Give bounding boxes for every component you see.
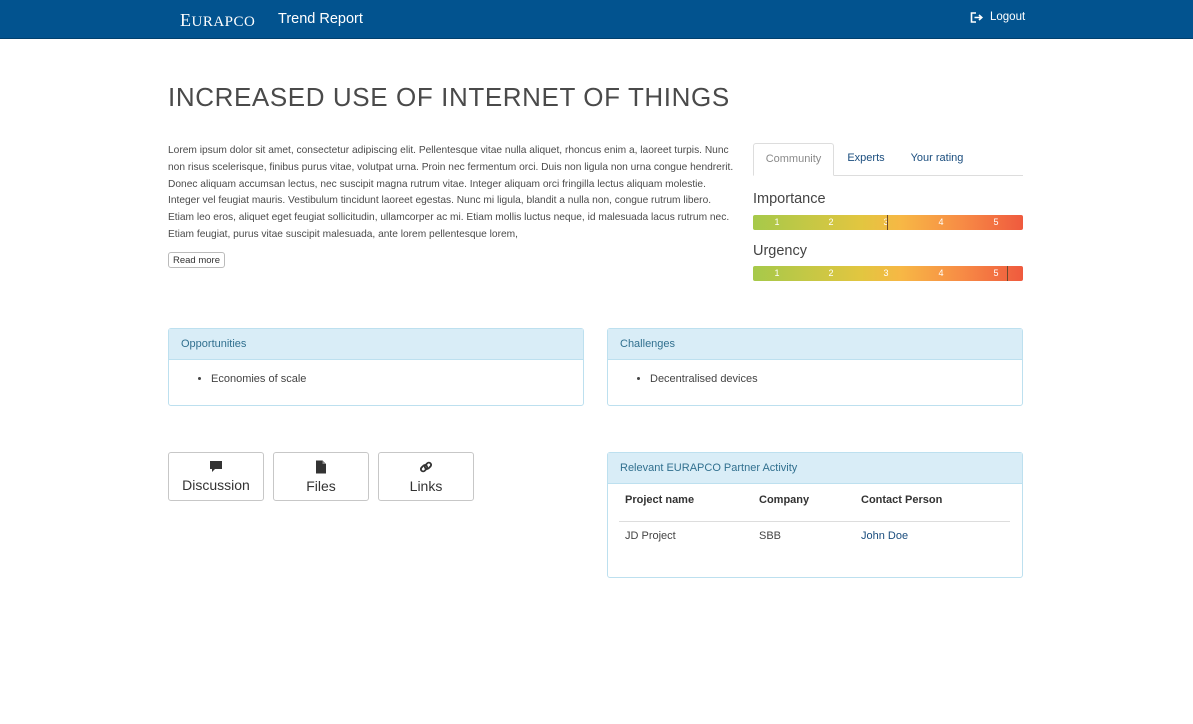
tab-community[interactable]: Community [753,143,834,176]
list-item: Economies of scale [211,372,583,386]
comment-icon [210,461,222,472]
tab-experts[interactable]: Experts [839,143,893,174]
link-icon [419,461,433,473]
discussion-button[interactable]: Discussion [168,452,264,501]
company-cell: SBB [759,529,782,542]
top-navbar: EURAPCO Trend Report Logout [0,0,1193,39]
contact-person-link[interactable]: John Doe [861,530,908,542]
opportunities-heading: Opportunities [169,329,583,360]
scale-number: 5 [993,268,999,278]
logout-label: Logout [990,11,1026,23]
tab-your-rating[interactable]: Your rating [903,143,971,174]
urgency-marker [1006,266,1008,281]
discussion-label: Discussion [182,477,250,493]
scale-number: 2 [828,268,834,278]
urgency-bar: 1 2 3 4 5 [753,266,1023,281]
read-more-button[interactable]: Read more [168,252,225,268]
scale-number: 4 [938,217,944,227]
table-row: JD Project SBB John Doe [619,522,1010,550]
page-title: INCREASED USE OF INTERNET OF THINGS [168,82,730,112]
column-header: Contact Person [855,494,1010,522]
list-item: Decentralised devices [650,372,1022,386]
scale-number: 3 [883,268,889,278]
table-header-row: Project name Company Contact Person [619,494,1010,522]
scale-number: 1 [774,217,780,227]
brand-rest: URAPCO [191,14,256,30]
brand-logo[interactable]: EURAPCO [180,10,255,31]
challenges-panel: Challenges Decentralised devices [607,328,1023,406]
trend-description: Lorem ipsum dolor sit amet, consectetur … [168,145,734,240]
scale-number: 1 [774,268,780,278]
importance-marker [886,215,888,230]
rating-tabs: Community Experts Your rating [753,143,1023,176]
column-header: Company [753,494,855,522]
files-label: Files [306,478,336,494]
urgency-label: Urgency [753,243,807,259]
partner-activity-table: Project name Company Contact Person JD P… [619,494,1010,549]
challenges-heading: Challenges [608,329,1022,360]
file-icon [316,460,326,474]
scale-number: 2 [828,217,834,227]
files-button[interactable]: Files [273,452,369,501]
importance-label: Importance [753,191,826,207]
partner-activity-heading: Relevant EURAPCO Partner Activity [608,453,1022,484]
opportunities-list: Economies of scale [169,372,583,386]
scale-number: 4 [938,268,944,278]
partner-activity-panel: Relevant EURAPCO Partner Activity Projec… [607,452,1023,578]
brand-initial: E [180,10,192,30]
logout-icon [970,11,983,23]
contact-person-cell: John Doe [855,522,1010,550]
links-button[interactable]: Links [378,452,474,501]
opportunities-panel: Opportunities Economies of scale [168,328,584,406]
importance-bar: 1 2 3 4 5 [753,215,1023,230]
nav-title-link[interactable]: Trend Report [278,11,363,27]
column-header: Project name [619,494,753,522]
challenges-list: Decentralised devices [608,372,1022,386]
scale-number: 5 [993,217,999,227]
logout-link[interactable]: Logout [970,11,1025,23]
links-label: Links [409,478,443,494]
project-name-cell: JD Project [625,529,676,542]
